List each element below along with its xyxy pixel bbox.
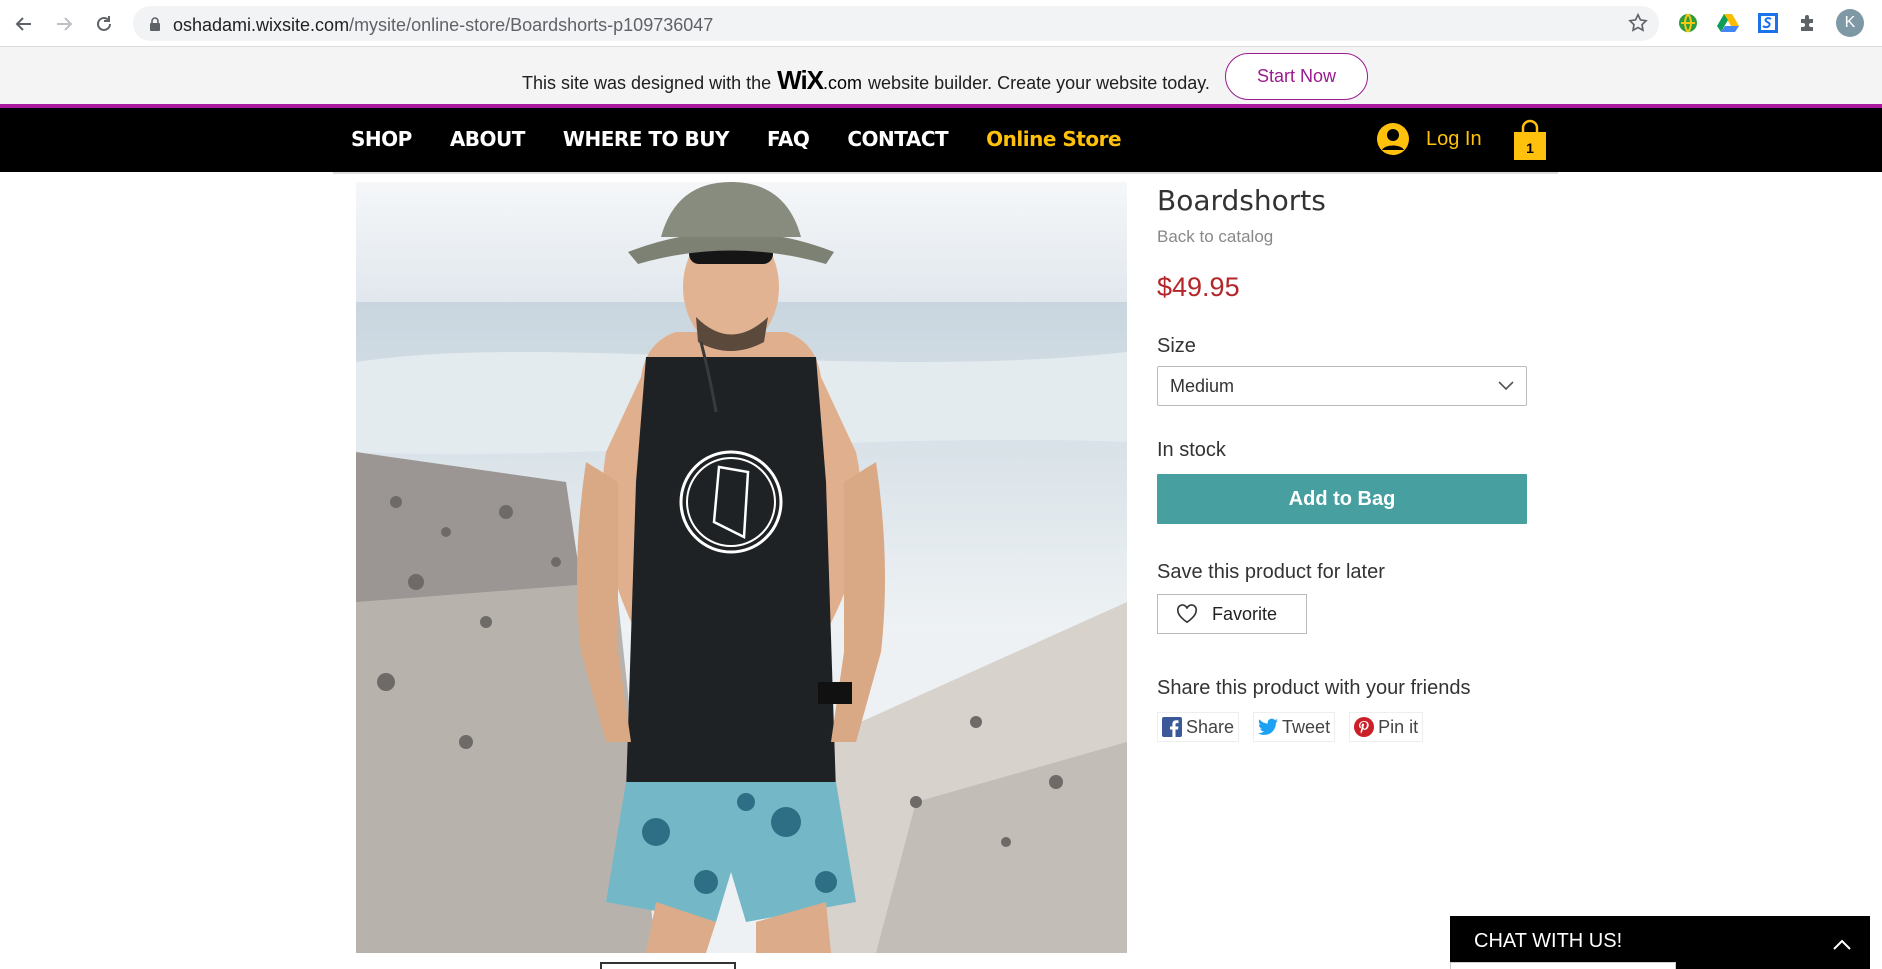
- menu-item-shop[interactable]: SHOP: [351, 127, 412, 151]
- facebook-icon: [1162, 717, 1182, 737]
- add-to-bag-button[interactable]: Add to Bag: [1157, 474, 1527, 524]
- extension-s-icon[interactable]: [1755, 10, 1781, 36]
- back-button[interactable]: [10, 10, 38, 38]
- twitter-share-label: Tweet: [1282, 716, 1331, 737]
- product-price: $49.95: [1157, 272, 1240, 302]
- wix-banner-text-before: This site was designed with the: [522, 73, 772, 93]
- cart-count: 1: [1526, 140, 1534, 156]
- favorite-label: Favorite: [1212, 603, 1278, 624]
- content-divider: [333, 172, 1558, 174]
- lock-icon: [150, 17, 160, 31]
- google-drive-icon[interactable]: [1715, 10, 1741, 36]
- login-label: Log In: [1426, 127, 1482, 150]
- product-title: Boardshorts: [1157, 184, 1326, 217]
- wix-banner-text-after: website builder. Create your website tod…: [868, 73, 1210, 93]
- chat-input-edge: [1450, 962, 1676, 969]
- profile-avatar[interactable]: K: [1836, 9, 1864, 37]
- product-photo-illustration: [356, 182, 1127, 953]
- size-selected-value: Medium: [1170, 375, 1235, 396]
- main-menu: SHOP ABOUT WHERE TO BUY FAQ CONTACT Onli…: [351, 127, 1159, 151]
- wix-banner-text: This site was designed with the WiX.com …: [522, 65, 1210, 96]
- heart-icon: [1176, 604, 1198, 624]
- product-image[interactable]: [356, 182, 1127, 953]
- pinterest-share-button[interactable]: Pin it: [1349, 712, 1424, 742]
- share-buttons: Share Tweet Pin it: [1157, 712, 1527, 742]
- wix-logo-suffix: .com: [823, 73, 863, 93]
- url-path: /mysite/online-store/Boardshorts-p109736…: [349, 15, 714, 35]
- start-now-button[interactable]: Start Now: [1225, 53, 1368, 100]
- site-header: SHOP ABOUT WHERE TO BUY FAQ CONTACT Onli…: [0, 108, 1882, 172]
- reload-button[interactable]: [90, 10, 118, 38]
- menu-item-where-to-buy[interactable]: WHERE TO BUY: [563, 127, 730, 151]
- pinterest-icon: [1354, 717, 1375, 737]
- url-text: oshadami.wixsite.com/mysite/online-store…: [173, 15, 713, 36]
- bookmark-star-icon[interactable]: [1627, 12, 1649, 34]
- twitter-icon: [1258, 718, 1279, 735]
- extensions-puzzle-icon[interactable]: [1795, 10, 1821, 36]
- menu-item-about[interactable]: ABOUT: [450, 127, 526, 151]
- wix-logo-text: WiX: [777, 65, 824, 95]
- chat-label: CHAT WITH US!: [1474, 930, 1623, 952]
- reload-icon: [97, 16, 111, 31]
- wix-ad-banner: This site was designed with the WiX.com …: [0, 47, 1882, 108]
- product-details: Boardshorts Back to catalog $49.95 Size …: [1157, 184, 1527, 742]
- facebook-share-button[interactable]: Share: [1157, 712, 1240, 742]
- chevron-down-icon: [1498, 381, 1514, 391]
- arrow-left-icon: [15, 17, 31, 31]
- back-to-catalog-link[interactable]: Back to catalog: [1157, 227, 1527, 247]
- cart-button[interactable]: 1: [1512, 118, 1548, 162]
- twitter-share-button[interactable]: Tweet: [1253, 712, 1336, 742]
- pinterest-share-label: Pin it: [1378, 716, 1419, 737]
- facebook-share-label: Share: [1186, 716, 1235, 737]
- share-label: Share this product with your friends: [1157, 677, 1471, 699]
- forward-button[interactable]: [50, 10, 78, 38]
- wix-logo: WiX.com: [777, 65, 862, 96]
- save-for-later-label: Save this product for later: [1157, 561, 1385, 583]
- user-avatar-icon: [1377, 123, 1409, 155]
- url-host: oshadami.wixsite.com: [173, 15, 350, 35]
- extension-globe-icon[interactable]: [1675, 10, 1701, 36]
- favorite-button[interactable]: Favorite: [1157, 594, 1307, 634]
- size-label: Size: [1157, 335, 1196, 357]
- arrow-right-icon: [57, 17, 73, 31]
- login-button[interactable]: Log In: [1376, 122, 1482, 156]
- menu-item-faq[interactable]: FAQ: [767, 127, 810, 151]
- image-thumbnail[interactable]: [600, 962, 736, 969]
- chat-widget[interactable]: CHAT WITH US!: [1450, 916, 1870, 969]
- menu-item-contact[interactable]: CONTACT: [847, 127, 948, 151]
- chevron-up-icon[interactable]: [1832, 938, 1852, 950]
- size-select[interactable]: Medium: [1157, 366, 1527, 406]
- stock-status: In stock: [1157, 439, 1226, 461]
- menu-item-online-store[interactable]: Online Store: [986, 127, 1121, 151]
- address-bar[interactable]: oshadami.wixsite.com/mysite/online-store…: [133, 6, 1659, 41]
- browser-toolbar: oshadami.wixsite.com/mysite/online-store…: [0, 0, 1882, 47]
